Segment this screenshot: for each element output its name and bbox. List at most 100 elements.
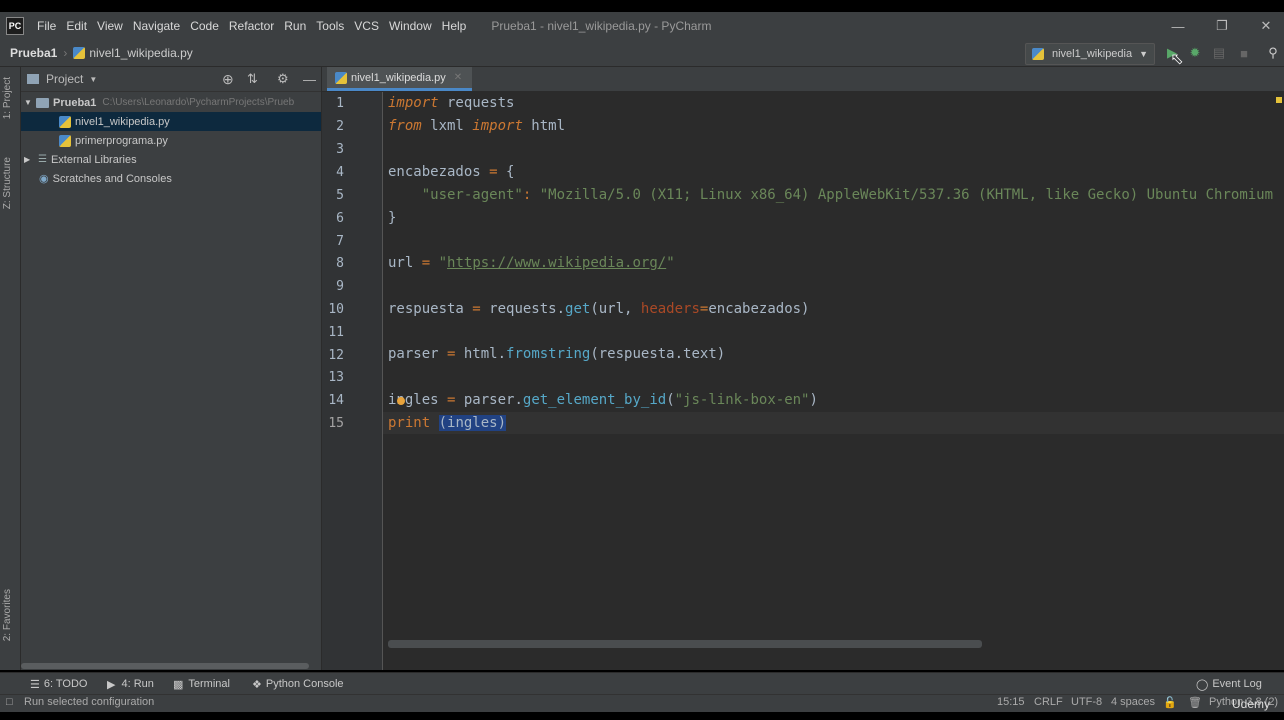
inspection-status-icon[interactable]	[1276, 97, 1282, 103]
editor-tabs-bar: nivel1_wikipedia.py ✕	[322, 67, 1284, 92]
code-line-2: from lxml import html	[388, 118, 566, 134]
run-configuration-dropdown[interactable]: nivel1_wikipedia ▼	[1025, 43, 1155, 65]
debug-icon[interactable]: ✹	[1186, 44, 1204, 62]
menu-window[interactable]: Window	[384, 19, 437, 33]
window-title: Prueba1 - nivel1_wikipedia.py - PyCharm	[491, 19, 712, 33]
menu-file[interactable]: File	[32, 19, 61, 33]
menu-help[interactable]: Help	[437, 19, 472, 33]
libraries-icon: ☰	[38, 154, 47, 165]
menu-edit[interactable]: Edit	[61, 19, 92, 33]
chevron-down-icon: ▼	[1139, 49, 1148, 59]
video-letterbox	[0, 712, 1284, 720]
bottom-tool-tabs: ☰ 6: TODO ▶ 4: Run ▩ Terminal ❖ Python Conso…	[0, 672, 1284, 695]
status-window-icon[interactable]: □	[6, 696, 13, 708]
line-number: 2	[336, 119, 344, 134]
chevron-right-icon[interactable]: ▶	[24, 155, 38, 164]
menu-run[interactable]: Run	[279, 19, 311, 33]
code-line-1: import requests	[388, 95, 515, 111]
menu-bar: PC File Edit View Navigate Code Refactor…	[0, 12, 1284, 40]
indent-setting[interactable]: 4 spaces	[1111, 696, 1155, 708]
code-line-4: encabezados = {	[388, 164, 515, 180]
project-icon	[27, 74, 39, 84]
python-file-icon	[59, 115, 71, 128]
favorites-tool-tab[interactable]: 2: Favorites	[2, 589, 13, 641]
project-panel-header: Project ▼ ⊕ ⇅ ⚙ —	[21, 67, 321, 92]
minimize-icon[interactable]: —	[1156, 12, 1200, 40]
breadcrumb-project[interactable]: Prueba1	[10, 46, 57, 60]
menu-code[interactable]: Code	[185, 19, 224, 33]
project-panel-title[interactable]: Project	[46, 72, 83, 86]
tree-item-scratches[interactable]: ◉ Scratches and Consoles	[21, 169, 321, 188]
line-number: 4	[336, 165, 344, 180]
line-number: 14	[328, 393, 344, 408]
todo-tool-tab[interactable]: ☰ 6: TODO	[30, 673, 87, 695]
tree-item-label: External Libraries	[50, 153, 137, 166]
run-icon: ▶	[107, 678, 116, 691]
breadcrumb-file[interactable]: nivel1_wikipedia.py	[89, 46, 192, 60]
line-separator[interactable]: CRLF	[1034, 696, 1063, 708]
code-editor[interactable]: import requests from lxml import html en…	[383, 92, 1284, 670]
search-icon[interactable]: ⚲	[1264, 44, 1282, 62]
python-file-icon	[59, 134, 71, 147]
code-line-14: ingles = parser.get_element_by_id("js-li…	[388, 392, 818, 408]
menu-tools[interactable]: Tools	[311, 19, 349, 33]
coverage-icon[interactable]: ▤	[1210, 44, 1228, 62]
python-console-tool-tab[interactable]: ❖ Python Console	[252, 673, 344, 695]
editor-gutter: 1 2 3 4 5 6 7 8 9 10 11 12 13 14 15	[322, 92, 383, 670]
caret-position[interactable]: 15:15	[997, 696, 1025, 708]
project-tool-tab[interactable]: 1: Project	[2, 77, 13, 119]
terminal-tool-tab[interactable]: ▩ Terminal	[173, 673, 230, 695]
project-panel-scrollbar[interactable]	[21, 663, 309, 669]
collapse-all-icon[interactable]: ⇅	[247, 71, 258, 87]
gear-icon[interactable]: ⚙	[277, 71, 289, 87]
locate-icon[interactable]: ⊕	[222, 71, 234, 88]
breadcrumb-separator-icon: ›	[63, 46, 68, 60]
navigation-bar: Prueba1 › nivel1_wikipedia.py nivel1_wik…	[0, 40, 1284, 68]
code-line-8: url = "https://www.wikipedia.org/"	[388, 255, 675, 271]
tree-item-label: Prueba1	[53, 96, 97, 109]
line-number: 7	[336, 234, 344, 249]
trash-icon[interactable]: 🗑	[1188, 696, 1202, 709]
editor-tab-nivel1-wikipedia[interactable]: nivel1_wikipedia.py ✕	[327, 67, 473, 91]
intention-bulb-icon[interactable]	[397, 397, 405, 405]
event-log-tool-tab[interactable]: ◯ Event Log	[1196, 673, 1262, 695]
hide-icon[interactable]: —	[303, 72, 316, 87]
tree-item-nivel1-wikipedia[interactable]: nivel1_wikipedia.py	[21, 112, 321, 131]
run-tool-tab[interactable]: ▶ 4: Run	[107, 673, 154, 695]
chevron-down-icon[interactable]: ▼	[24, 98, 36, 107]
menu-navigate[interactable]: Navigate	[128, 19, 185, 33]
line-number: 3	[336, 142, 344, 157]
menu-vcs[interactable]: VCS	[349, 19, 384, 33]
scratches-icon: ◉	[39, 173, 49, 185]
python-file-icon	[1032, 48, 1044, 60]
tree-item-label: primerprograma.py	[75, 134, 168, 147]
menu-view[interactable]: View	[92, 19, 128, 33]
lock-icon[interactable]: 🔓	[1163, 696, 1177, 709]
tree-item-primerprograma[interactable]: primerprograma.py	[21, 131, 321, 150]
tree-item-label: Scratches and Consoles	[52, 172, 172, 185]
project-panel: Project ▼ ⊕ ⇅ ⚙ — ▼ Prueba1 C:\Users\Leo…	[21, 67, 322, 670]
chevron-down-icon[interactable]: ▼	[89, 75, 97, 84]
line-number: 8	[336, 256, 344, 271]
file-encoding[interactable]: UTF-8	[1071, 696, 1102, 708]
stop-icon[interactable]: ■	[1235, 44, 1253, 62]
tree-item-external-libraries[interactable]: ▶ ☰ External Libraries	[21, 150, 321, 169]
code-line-5: "user-agent": "Mozilla/5.0 (X11; Linux x…	[421, 187, 1274, 203]
mouse-cursor-icon: ⬁	[1170, 51, 1184, 68]
line-number: 5	[336, 188, 344, 203]
close-icon[interactable]: ✕	[1244, 12, 1284, 40]
line-number: 13	[328, 370, 344, 385]
terminal-icon: ▩	[173, 678, 184, 691]
restore-icon[interactable]: ❐	[1200, 12, 1244, 40]
line-number: 12	[328, 348, 344, 363]
python-file-icon	[73, 47, 86, 59]
status-bar: □ Run selected configuration 15:15 CRLF …	[0, 694, 1284, 713]
tree-item-project-root[interactable]: ▼ Prueba1 C:\Users\Leonardo\PycharmProje…	[21, 93, 321, 112]
editor-horizontal-scrollbar[interactable]	[388, 640, 982, 648]
close-tab-icon[interactable]: ✕	[454, 72, 462, 83]
code-line-12: parser = html.fromstring(respuesta.text)	[388, 346, 726, 362]
structure-tool-tab[interactable]: Z: Structure	[2, 157, 13, 209]
menu-refactor[interactable]: Refactor	[224, 19, 279, 33]
python-file-icon	[335, 71, 347, 84]
tree-item-path: C:\Users\Leonardo\PycharmProjects\Prueb	[102, 97, 295, 108]
